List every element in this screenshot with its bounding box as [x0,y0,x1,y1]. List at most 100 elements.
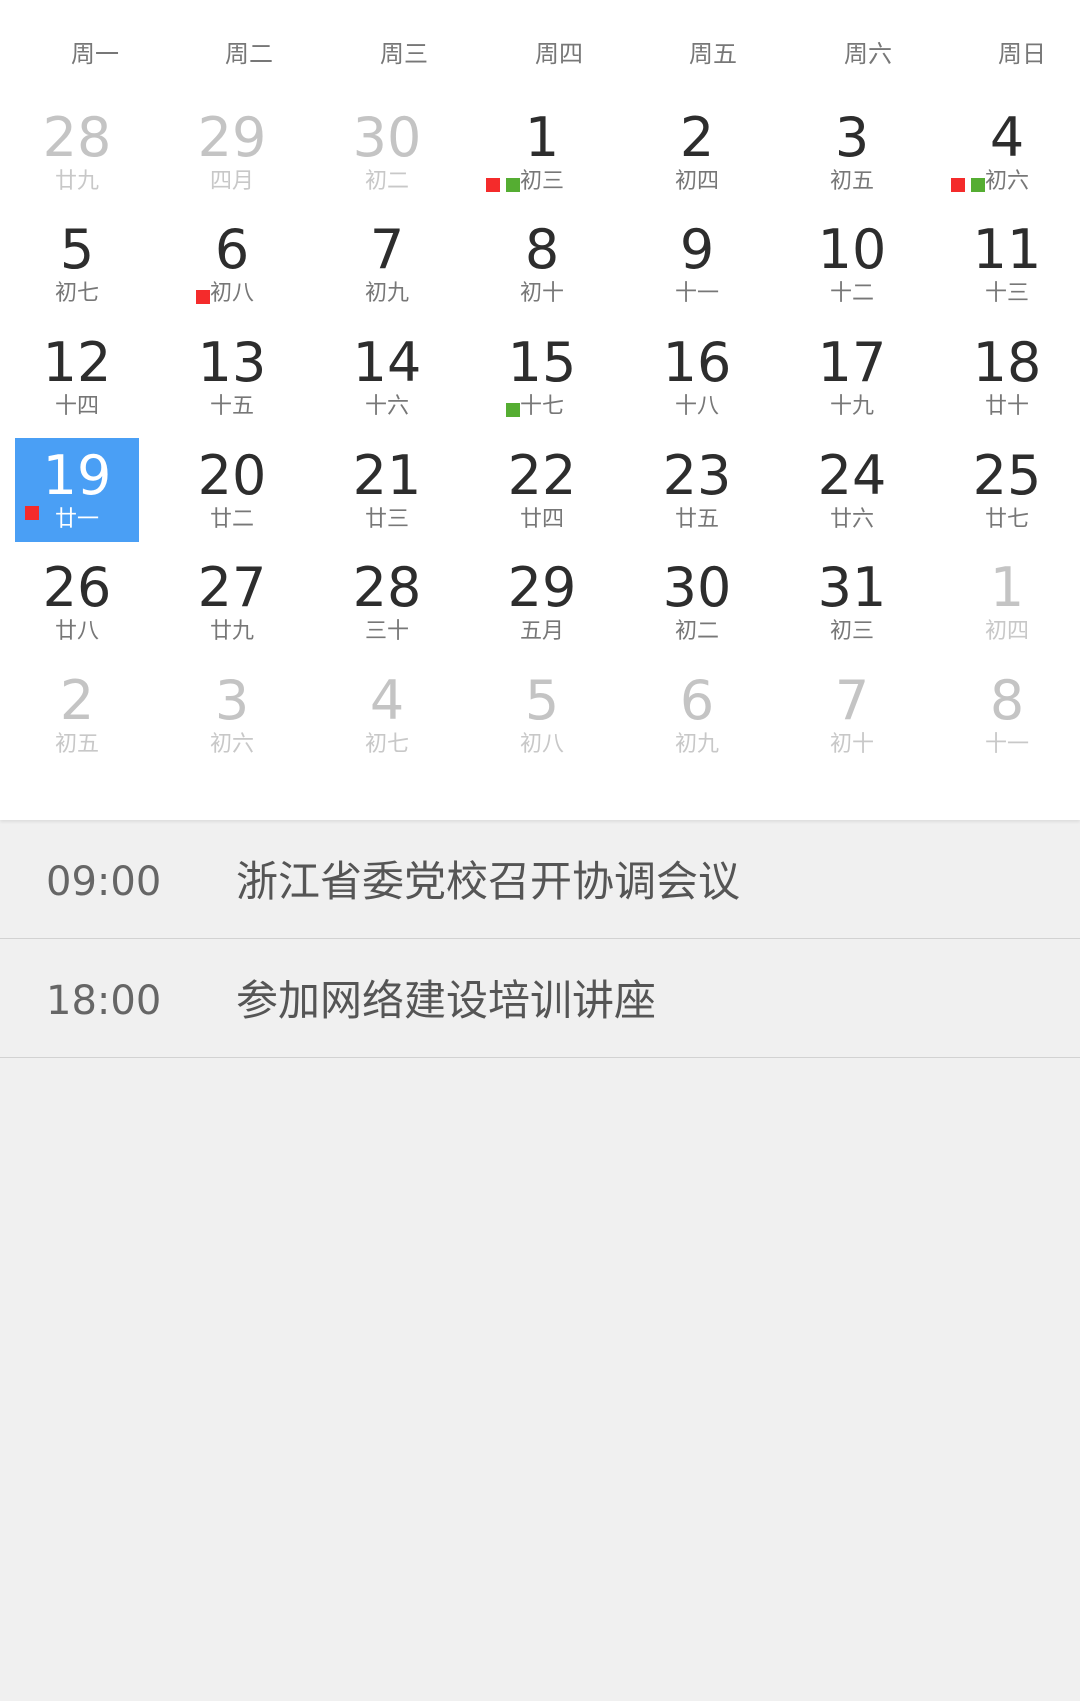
lunar-date: 初六 [209,732,254,757]
date-cell[interactable]: 18 廿十 [945,325,1069,429]
date-cell[interactable]: 2 初四 [635,100,759,204]
date-number: 12 [42,331,112,394]
event-dot-green [971,178,985,192]
event-indicator-group [486,178,520,192]
lunar-date: 三十 [364,619,409,644]
date-cell[interactable]: 26 廿八 [15,550,139,654]
month-calendar: 周一 周二 周三 周四 周五 周六 周日 28 廿九 29 四月 30 初二 1 初三 2 初四 3… [0,0,1080,820]
date-number: 7 [834,669,870,732]
date-number: 10 [817,218,887,281]
lunar-date: 廿二 [209,507,254,532]
date-cell[interactable]: 7 初九 [325,212,449,316]
event-indicator-group [196,290,210,304]
lunar-date: 十一 [674,281,719,306]
lunar-date: 初十 [519,281,564,306]
date-cell[interactable]: 3 初六 [170,663,294,767]
lunar-date: 十二 [829,281,874,306]
lunar-date: 十六 [364,394,409,419]
date-cell[interactable]: 5 初八 [480,663,604,767]
date-cell[interactable]: 28 三十 [325,550,449,654]
date-cell[interactable]: 24 廿六 [790,438,914,542]
weekday-fri: 周五 [689,40,737,68]
date-number: 14 [352,331,422,394]
lunar-date: 初五 [54,732,99,757]
lunar-date: 初五 [829,169,874,194]
date-cell[interactable]: 3 初五 [790,100,914,204]
date-cell[interactable]: 22 廿四 [480,438,604,542]
event-item[interactable]: 09:00 浙江省委党校召开协调会议 [0,820,1080,939]
date-cell[interactable]: 1 初三 [480,100,604,204]
date-cell[interactable]: 13 十五 [170,325,294,429]
date-cell[interactable]: 4 初六 [945,100,1069,204]
date-cell[interactable]: 23 廿五 [635,438,759,542]
date-number: 23 [662,444,732,507]
lunar-date: 廿七 [984,507,1029,532]
date-number: 8 [989,669,1025,732]
date-cell[interactable]: 28 廿九 [15,100,139,204]
lunar-date: 十四 [54,394,99,419]
date-grid: 28 廿九 29 四月 30 初二 1 初三 2 初四 3 初五 4 初六 5 初七 6 初八 7 初九 8 初十 9 十一 1… [0,100,1080,780]
date-number: 30 [662,556,732,619]
date-cell[interactable]: 30 初二 [635,550,759,654]
date-cell[interactable]: 6 初九 [635,663,759,767]
date-cell[interactable]: 5 初七 [15,212,139,316]
date-cell[interactable]: 6 初八 [170,212,294,316]
lunar-date: 十七 [519,394,564,419]
date-cell[interactable]: 9 十一 [635,212,759,316]
event-time: 18:00 [46,978,162,1024]
date-cell[interactable]: 10 十二 [790,212,914,316]
weekday-sun: 周日 [998,40,1046,68]
event-indicator-group [25,506,39,520]
date-cell[interactable]: 16 十八 [635,325,759,429]
lunar-date: 初四 [674,169,719,194]
date-number: 2 [679,106,715,169]
date-number: 20 [197,444,267,507]
date-cell[interactable]: 8 十一 [945,663,1069,767]
date-cell[interactable]: 20 廿二 [170,438,294,542]
date-number: 1 [989,556,1025,619]
event-dot-red [25,506,39,520]
date-cell[interactable]: 14 十六 [325,325,449,429]
date-cell[interactable]: 1 初四 [945,550,1069,654]
event-time: 09:00 [46,859,162,905]
date-cell[interactable]: 15 十七 [480,325,604,429]
date-cell[interactable]: 11 十三 [945,212,1069,316]
date-cell[interactable]: 31 初三 [790,550,914,654]
lunar-date: 十八 [674,394,719,419]
lunar-date: 十五 [209,394,254,419]
date-cell-selected[interactable]: 19 廿一 [15,438,139,542]
date-cell[interactable]: 21 廿三 [325,438,449,542]
weekday-sat: 周六 [844,40,892,68]
event-item[interactable]: 18:00 参加网络建设培训讲座 [0,939,1080,1058]
date-cell[interactable]: 4 初七 [325,663,449,767]
date-number: 26 [42,556,112,619]
date-number: 5 [59,218,95,281]
date-number: 28 [352,556,422,619]
date-cell[interactable]: 30 初二 [325,100,449,204]
lunar-date: 廿六 [829,507,874,532]
date-number: 5 [524,669,560,732]
date-number: 31 [817,556,887,619]
date-cell[interactable]: 12 十四 [15,325,139,429]
date-number: 6 [679,669,715,732]
date-number: 21 [352,444,422,507]
lunar-date: 初九 [364,281,409,306]
date-cell[interactable]: 29 四月 [170,100,294,204]
date-cell[interactable]: 7 初十 [790,663,914,767]
date-number: 30 [352,106,422,169]
date-cell[interactable]: 27 廿九 [170,550,294,654]
date-number: 15 [507,331,577,394]
event-dot-green [506,403,520,417]
date-number: 25 [972,444,1042,507]
date-cell[interactable]: 8 初十 [480,212,604,316]
date-cell[interactable]: 17 十九 [790,325,914,429]
date-number: 3 [834,106,870,169]
date-cell[interactable]: 29 五月 [480,550,604,654]
date-cell[interactable]: 25 廿七 [945,438,1069,542]
date-cell[interactable]: 2 初五 [15,663,139,767]
lunar-date: 初八 [519,732,564,757]
date-number: 16 [662,331,732,394]
date-number: 29 [507,556,577,619]
lunar-date: 廿四 [519,507,564,532]
lunar-date: 廿九 [54,169,99,194]
